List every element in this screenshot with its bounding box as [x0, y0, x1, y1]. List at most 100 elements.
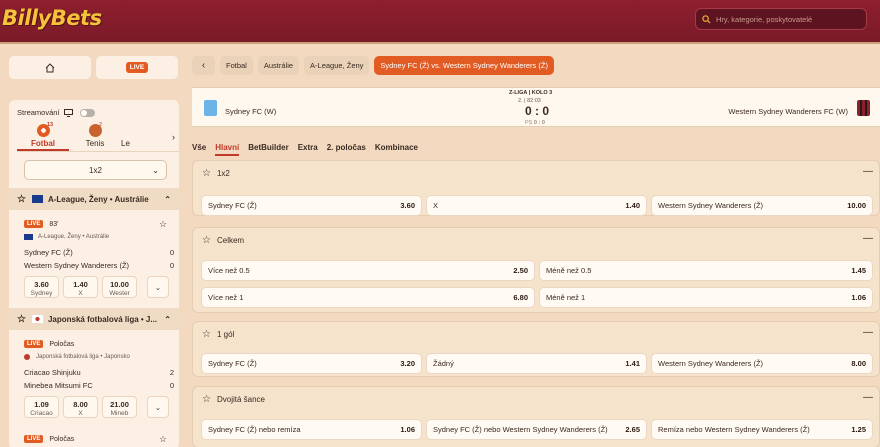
logo[interactable]: BillyBets	[2, 6, 102, 30]
collapse-icon[interactable]: —	[863, 233, 873, 244]
market-title: 1x2	[216, 169, 230, 178]
odds-button[interactable]: Méně než 0.5 1.45	[539, 260, 873, 281]
league-header[interactable]: ☆ A-League, Ženy • Austrálie ⌃	[9, 188, 179, 210]
collapse-icon[interactable]: —	[863, 166, 873, 177]
away-score: 0	[169, 261, 174, 270]
star-icon[interactable]: ☆	[202, 329, 211, 340]
collapse-icon[interactable]: —	[863, 327, 873, 338]
away-team: Minebea Mitsumi FC	[24, 381, 93, 390]
streaming-toggle[interactable]	[79, 108, 95, 117]
streaming-toggle-row: Streamování	[17, 108, 95, 117]
odds-button[interactable]: Méně než 1 1.06	[539, 287, 873, 308]
star-icon[interactable]: ☆	[202, 168, 211, 179]
market-title: Celkem	[216, 236, 245, 245]
chevron-up-icon: ⌃	[164, 314, 171, 324]
live-badge: LIVE	[125, 62, 149, 73]
sport-label: Le	[121, 139, 130, 148]
home-team: Sydney FC (Ž)	[24, 248, 73, 257]
star-icon[interactable]: ☆	[202, 235, 211, 246]
odds-button[interactable]: Více než 0.5 2.50	[201, 260, 535, 281]
odds-button[interactable]: Western Sydney Wanderers (Ž) 10.00	[651, 195, 873, 216]
market-tabs: Vše Hlavní BetBuilder Extra 2. poločas K…	[192, 143, 418, 156]
odds-button[interactable]: Žádný 1.41	[426, 353, 647, 374]
home-icon	[45, 62, 55, 72]
odds-button[interactable]: Sydney FC (Ž) 3.20	[201, 353, 422, 374]
breadcrumb-current[interactable]: Sydney FC (Ž) vs. Western Sydney Wandere…	[374, 56, 554, 75]
odds-button[interactable]: Sydney FC (Ž) nebo Western Sydney Wander…	[426, 419, 647, 440]
breadcrumb-item[interactable]: A-League, Ženy	[304, 56, 370, 75]
away-team: Western Sydney Wanderers (Ž)	[24, 261, 130, 270]
chevron-down-icon[interactable]: ⌄	[147, 396, 169, 418]
match-time: Poločas	[49, 435, 75, 443]
sidebar: LIVE Streamování 13 Fotbal 2 Tenis Le ›	[0, 44, 183, 447]
sport-count: 13	[47, 122, 54, 128]
odds-button[interactable]: Sydney FC (Ž) 3.60	[201, 195, 422, 216]
search-box[interactable]	[695, 8, 867, 30]
home-score: 0	[169, 248, 174, 257]
odds-button[interactable]: X 1.40	[426, 195, 647, 216]
live-button[interactable]: LIVE	[96, 56, 178, 79]
odds-button[interactable]: 3.60 Sydney	[24, 276, 59, 298]
sport-tab-more[interactable]: Le	[121, 122, 151, 151]
home-score: 2	[169, 368, 174, 377]
tab-hlavni[interactable]: Hlavní	[215, 143, 240, 156]
odds-button[interactable]: Remíza nebo Western Sydney Wanderers (Ž)…	[651, 419, 873, 440]
league-header[interactable]: ☆ Japonská fotbalová liga • J... ⌃	[9, 308, 179, 330]
league-title: A-League, Ženy • Austrálie	[47, 194, 149, 204]
top-header: BillyBets	[0, 0, 880, 44]
match-league: Z-LIGA | KOLO 3	[509, 90, 553, 96]
market-select[interactable]: 1x2 ⌄	[24, 160, 167, 180]
market-card-1-gol: ☆ 1 gól — Sydney FC (Ž) 3.20 Žádný 1.41 Wes…	[192, 321, 880, 377]
australia-flag-icon	[31, 195, 43, 203]
breadcrumb: ‹ Fotbal Austrálie A-League, Ženy Sydney…	[192, 56, 554, 75]
australia-flag-icon	[24, 234, 33, 240]
breadcrumb-item[interactable]: Fotbal	[220, 56, 253, 75]
odds-button[interactable]: 10.00 Wester	[102, 276, 137, 298]
star-icon[interactable]: ☆	[159, 434, 167, 445]
tab-2-polocas[interactable]: 2. poločas	[327, 143, 366, 156]
odds-button[interactable]: 21.00 Mineb	[102, 396, 137, 418]
sport-label: Fotbal	[31, 139, 55, 148]
match-header: Z-LIGA | KOLO 3 2. | 82:03 0 : 0 PS 0 : …	[192, 87, 880, 127]
japan-flag-icon	[31, 315, 43, 323]
sport-tab-fotbal[interactable]: 13 Fotbal	[17, 122, 69, 151]
search-input[interactable]	[716, 14, 866, 24]
market-title: Dvojitá šance	[216, 395, 265, 404]
odds-button[interactable]: 8.00 X	[63, 396, 98, 418]
live-badge: LIVE	[24, 340, 44, 348]
tab-betbuilder[interactable]: BetBuilder	[248, 143, 288, 156]
collapse-icon[interactable]: —	[863, 392, 873, 403]
odds-button[interactable]: Western Sydney Wanderers (Ž) 8.00	[651, 353, 873, 374]
star-icon[interactable]: ☆	[202, 394, 211, 405]
market-card-dvojita-sance: ☆ Dvojitá šance — Sydney FC (Ž) nebo remí…	[192, 386, 880, 447]
star-icon[interactable]: ☆	[17, 194, 26, 205]
tab-extra[interactable]: Extra	[298, 143, 318, 156]
market-card-1x2: ☆ 1x2 — Sydney FC (Ž) 3.60 X 1.40 Western S…	[192, 160, 880, 216]
market-card-celkem: ☆ Celkem — Více než 0.5 2.50 Méně než 0.5 1…	[192, 227, 880, 313]
chevron-down-icon[interactable]: ⌄	[147, 276, 169, 298]
back-button[interactable]: ‹	[192, 56, 215, 75]
sport-tab-tenis[interactable]: 2 Tenis	[69, 122, 121, 151]
star-icon[interactable]: ☆	[17, 314, 26, 325]
main-content: ‹ Fotbal Austrálie A-League, Ženy Sydney…	[192, 44, 880, 447]
sports-panel: Streamování 13 Fotbal 2 Tenis Le › 1x2 ⌄	[9, 100, 179, 447]
away-jersey-icon	[857, 100, 870, 116]
tab-vse[interactable]: Vše	[192, 143, 206, 156]
tab-kombinace[interactable]: Kombinace	[375, 143, 418, 156]
odds-button[interactable]: Sydney FC (Ž) nebo remíza 1.06	[201, 419, 422, 440]
sport-tabs: 13 Fotbal 2 Tenis Le ›	[17, 122, 179, 152]
streaming-label: Streamování	[17, 108, 60, 117]
chevron-right-icon[interactable]: ›	[172, 132, 175, 142]
odds-button[interactable]: 1.09 Criacao	[24, 396, 59, 418]
chevron-left-icon: ‹	[201, 60, 206, 71]
breadcrumb-item[interactable]: Austrálie	[257, 56, 300, 75]
home-button[interactable]	[9, 56, 91, 79]
japan-flag-icon	[24, 354, 30, 360]
odds-button[interactable]: 1.40 X	[63, 276, 98, 298]
odds-button[interactable]: Více než 1 6.80	[201, 287, 535, 308]
chevron-up-icon: ⌃	[164, 194, 171, 204]
chevron-down-icon: ⌄	[152, 165, 159, 175]
star-icon[interactable]: ☆	[159, 219, 167, 230]
home-team: Sydney FC (W)	[225, 107, 277, 116]
live-badge: LIVE	[24, 435, 44, 443]
